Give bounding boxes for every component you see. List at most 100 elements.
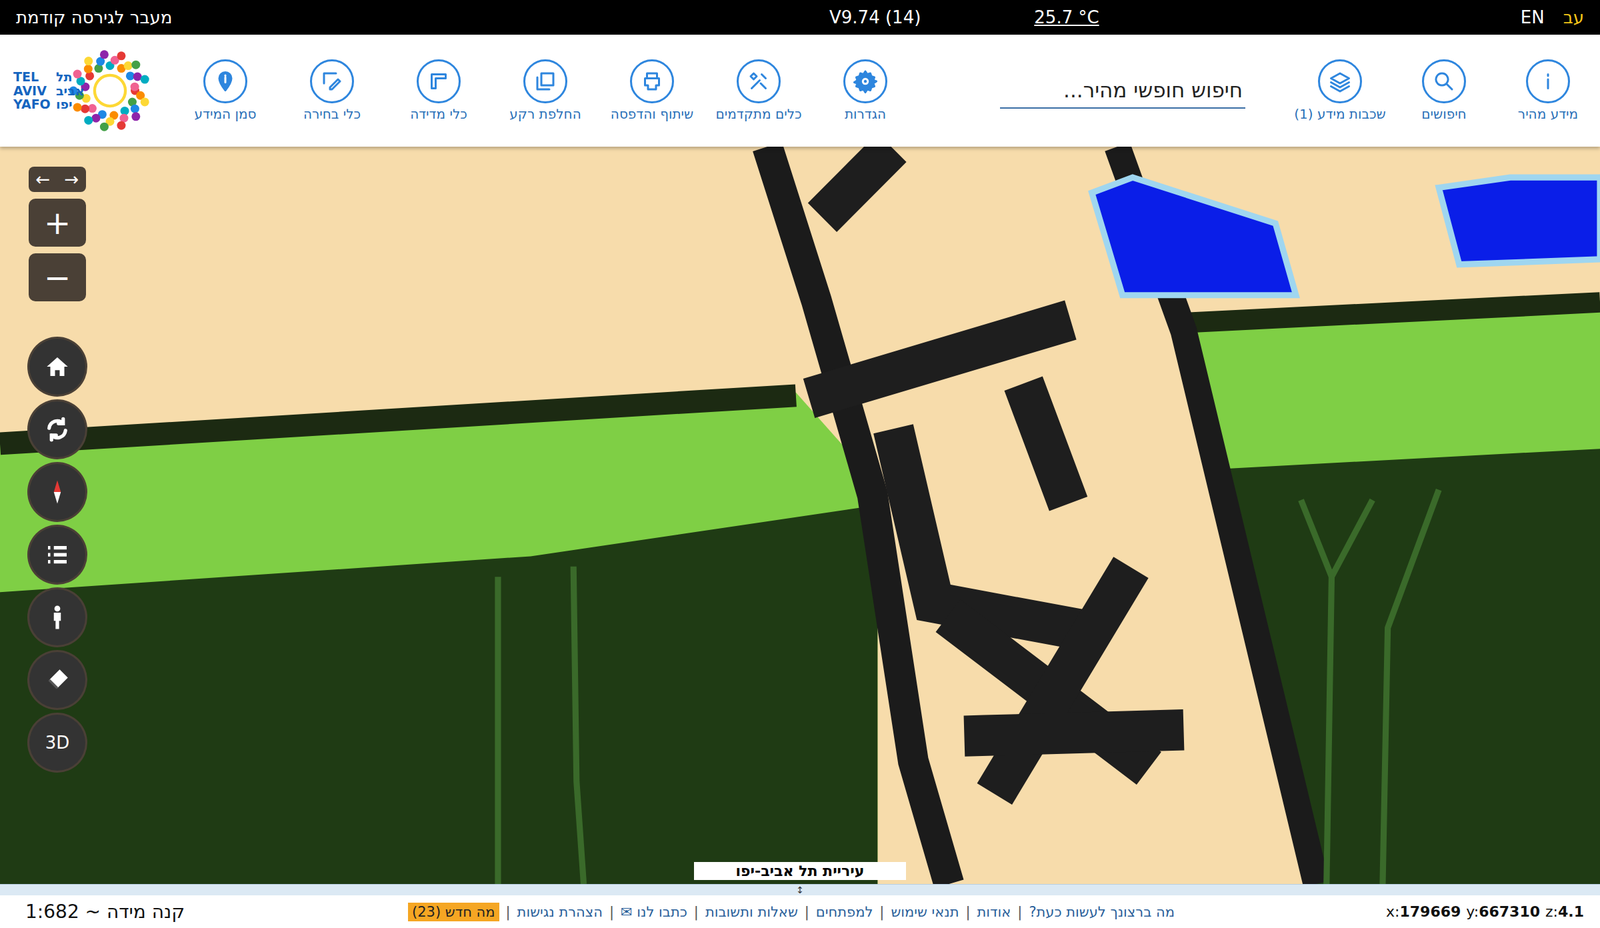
logo-line: YAFOיפו <box>13 97 85 112</box>
coordinate-label: z: <box>1545 903 1558 920</box>
status-row: קנה מידה ~ 1:682 מה ברצונך לעשות כעת? | אוד… <box>0 895 1600 928</box>
logo-he: תל <box>56 70 72 84</box>
tool-circle <box>1318 59 1362 104</box>
logo-line: TEL תל <box>13 70 85 84</box>
logo-en: TEL <box>13 70 51 84</box>
back-button[interactable]: ← <box>28 166 58 192</box>
tool-button[interactable]: חיפושים <box>1392 59 1496 122</box>
home-icon <box>43 352 72 381</box>
tool-circle <box>203 59 248 104</box>
coordinates: x:179669 y:667310 z:4.1 <box>1386 903 1584 920</box>
3d-button[interactable]: 3D <box>29 714 86 771</box>
tool-button[interactable]: החלפת רקע <box>492 59 599 122</box>
footer-links: מה ברצונך לעשות כעת? | אודות | תנאי שימוש | למ… <box>408 902 1175 922</box>
footer-link[interactable]: למפתחים <box>816 904 873 920</box>
footer-link[interactable]: שאלות ותשובות <box>705 904 798 920</box>
whats-new-badge[interactable]: מה חדש (23) <box>408 902 500 922</box>
separator: | <box>965 904 970 920</box>
tool-button[interactable]: כלי בחירה <box>278 59 386 122</box>
tool-icon <box>533 69 558 94</box>
clear-button[interactable] <box>29 652 86 708</box>
tool-circle <box>630 59 674 104</box>
left-tools: סמן המידע כלי בחירה כלי מדידה החלפת רקע שיתו… <box>172 59 919 122</box>
tool-label: שכבות מידע (1) <box>1294 106 1386 122</box>
handle-icon: ↕ <box>796 885 804 895</box>
right-tools: שכבות מידע (1) חיפושים מידע מהיר <box>1288 59 1600 122</box>
map-tool-buttons: 3D <box>29 338 86 771</box>
logo-en: YAFO <box>13 97 51 112</box>
language-option[interactable]: עב <box>1563 7 1584 28</box>
status-bar: ↕ קנה מידה ~ 1:682 מה ברצונך לעשות כעת? | או… <box>0 884 1600 928</box>
tool-button[interactable]: כלים מתקדמים <box>705 59 812 122</box>
separator: | <box>879 904 884 920</box>
legend-button[interactable] <box>29 526 86 583</box>
tool-label: סמן המידע <box>194 106 257 122</box>
logo-line: AVIVאביב <box>13 84 85 98</box>
language-switch: EN עב <box>1520 7 1584 28</box>
compass-icon <box>43 478 72 506</box>
tool-circle <box>736 59 781 104</box>
top-bar: מעבר לגירסה קודמתV9.74 (14) 25.7 °C EN עב <box>0 0 1600 35</box>
map[interactable]: ←→ + − 3D עיריית תל אביב-יפו <box>0 146 1600 884</box>
separator: | <box>804 904 810 920</box>
separator: | <box>694 904 699 920</box>
tool-icon <box>853 69 878 94</box>
refresh-button[interactable] <box>29 401 86 458</box>
tool-label: כלי בחירה <box>303 106 361 122</box>
tool-icon <box>1536 69 1560 94</box>
logo-en: AVIV <box>13 84 51 98</box>
coordinate: y:667310 <box>1466 903 1540 920</box>
refresh-icon <box>43 415 72 444</box>
tool-icon <box>1328 69 1352 94</box>
tool-label: שיתוף והדפסה <box>610 106 694 122</box>
tool-circle <box>416 59 461 104</box>
tool-label: כלים מתקדמים <box>715 106 802 122</box>
tool-label: החלפת רקע <box>509 106 582 122</box>
coordinate: z:4.1 <box>1545 903 1584 920</box>
panel-handle[interactable]: ↕ <box>0 884 1600 896</box>
coordinate-label: y: <box>1466 903 1479 920</box>
tool-circle <box>843 59 888 104</box>
app: מעבר לגירסה קודמתV9.74 (14) 25.7 °C EN עב TE… <box>0 0 1600 928</box>
separator: | <box>1017 904 1022 920</box>
street-view-button[interactable] <box>29 589 86 646</box>
tool-circle <box>1526 59 1570 104</box>
tool-icon <box>746 69 771 94</box>
quick-search-field[interactable]: חיפוש חופשי מהיר... <box>1000 72 1246 109</box>
map-attribution: עיריית תל אביב-יפו <box>694 862 906 880</box>
footer-link[interactable]: תנאי שימוש <box>890 904 959 920</box>
version: V9.74 (14) <box>829 7 921 28</box>
tool-icon <box>213 69 238 94</box>
tool-label: כלי מדידה <box>410 106 468 122</box>
forward-button[interactable]: → <box>57 166 86 192</box>
coordinate-value: 179669 <box>1399 903 1461 920</box>
tool-button[interactable]: הגדרות <box>812 59 919 122</box>
logo[interactable]: TEL תלAVIVאביבYAFOיפו <box>13 47 172 134</box>
eraser-icon <box>43 666 72 694</box>
tool-button[interactable]: מידע מהיר <box>1496 59 1600 122</box>
footer-link[interactable]: הצהרת נגישות <box>517 904 603 920</box>
temperature[interactable]: 25.7 °C <box>1034 7 1099 28</box>
map-scale: קנה מידה ~ 1:682 <box>25 900 386 923</box>
tool-button[interactable]: שיתוף והדפסה <box>598 59 706 122</box>
zoom-out-button[interactable]: − <box>28 253 86 302</box>
compass-button[interactable] <box>29 464 86 520</box>
language-option[interactable]: EN <box>1520 7 1545 28</box>
tool-icon <box>320 69 344 94</box>
footer-link[interactable]: אודות <box>977 904 1012 920</box>
footer-link[interactable]: מה ברצונך לעשות כעת? <box>1028 904 1175 920</box>
map-canvas[interactable] <box>0 146 1600 884</box>
home-button[interactable] <box>29 338 86 395</box>
tool-label: מידע מהיר <box>1518 106 1578 122</box>
list-icon <box>43 540 72 569</box>
tool-icon <box>640 69 664 94</box>
tool-button[interactable]: כלי מדידה <box>385 59 492 122</box>
person-icon <box>43 603 72 632</box>
footer-link[interactable]: כתבו לנו ✉ <box>620 904 688 920</box>
coordinate: x:179669 <box>1386 903 1461 920</box>
tool-button[interactable]: שכבות מידע (1) <box>1288 59 1392 122</box>
tool-icon <box>1432 69 1456 94</box>
zoom-in-button[interactable]: + <box>28 198 86 247</box>
previous-version-link[interactable]: מעבר לגירסה קודמת <box>16 7 830 28</box>
tool-button[interactable]: סמן המידע <box>172 59 279 122</box>
